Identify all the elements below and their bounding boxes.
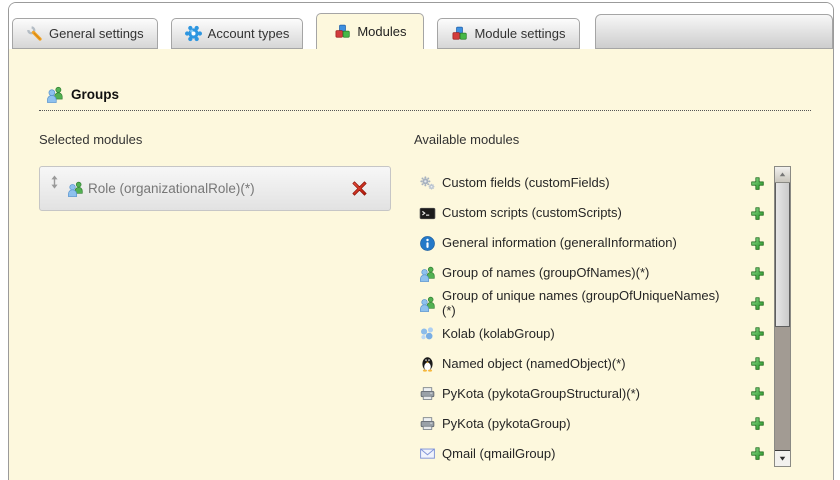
available-module-row: Named object (namedObject)(*) [414,349,774,379]
scrollbar-thumb[interactable] [775,183,790,327]
add-module-button[interactable] [750,386,765,401]
tab-module-settings[interactable]: Module settings [437,18,580,49]
available-module-name: General information (generalInformation) [442,235,677,251]
add-module-button[interactable] [750,356,765,371]
group-icon [46,85,64,103]
add-module-button[interactable] [750,326,765,341]
tab-strip: General settings Account types Modules Modu… [9,3,833,49]
available-module-row: Group of names (groupOfNames)(*) [414,258,774,288]
remove-module-button[interactable] [351,180,368,197]
scrollbar [774,166,791,467]
add-module-button[interactable] [750,176,765,191]
tab-account-types[interactable]: Account types [170,18,304,49]
scroll-down-button[interactable] [775,450,790,466]
modules-panel: Groups Selected modules Role (organizati… [9,49,833,480]
selected-modules-column: Selected modules Role (organizationalRol… [39,111,391,469]
selected-module-row: Role (organizationalRole)(*) [39,166,391,211]
section-header: Groups [39,85,811,111]
available-module-name: Named object (namedObject)(*) [442,355,626,371]
tab-general-settings[interactable]: General settings [12,18,158,49]
available-modules-column: Available modules Custom fields (customF… [414,111,823,469]
configuration-window: General settings Account types Modules Modu… [8,2,834,480]
available-module-row: Custom scripts (customScripts) [414,198,774,228]
kolab-icon [419,325,436,342]
add-module-button[interactable] [750,296,765,311]
available-modules-list: Custom fields (customFields) Custom scrip… [414,166,774,469]
add-module-button[interactable] [750,416,765,431]
tab-label: General settings [49,26,144,41]
group-icon [67,180,84,197]
add-module-button[interactable] [750,266,765,281]
wrench-icon [26,25,43,42]
group-icon [419,295,436,312]
group-icon [419,265,436,282]
gears-icon [419,175,436,192]
scroll-up-icon [777,169,788,180]
selected-modules-list: Role (organizationalRole)(*) [39,166,391,211]
available-module-name: Group of unique names (groupOfUniqueName… [442,288,720,319]
available-module-name: Custom fields (customFields) [442,175,610,191]
tab-filler [594,14,833,49]
available-modules-area: Custom fields (customFields) Custom scrip… [414,166,823,469]
module-columns: Selected modules Role (organizationalRol… [39,111,823,469]
add-module-button[interactable] [750,236,765,251]
blocks-icon [334,23,351,40]
available-module-row: General information (generalInformation) [414,228,774,258]
available-module-name: Group of names (groupOfNames)(*) [442,265,650,281]
printer-icon [419,385,436,402]
available-module-row: Qmail (qmailGroup) [414,439,774,469]
printer-icon [419,415,436,432]
available-module-row: Group of unique names (groupOfUniqueName… [414,288,774,319]
available-module-name: PyKota (pykotaGroup) [442,415,571,431]
tab-modules[interactable]: Modules [316,13,425,49]
available-module-row: Custom fields (customFields) [414,168,774,198]
section-title: Groups [71,86,120,102]
tab-label: Account types [207,26,290,41]
available-module-name: Custom scripts (customScripts) [442,205,622,221]
penguin-icon [419,355,436,372]
available-module-row: PyKota (pykotaGroupStructural)(*) [414,379,774,409]
blocks-icon [451,25,468,42]
scroll-up-button[interactable] [775,167,790,183]
envelope-icon [419,445,436,462]
available-module-row: Kolab (kolabGroup) [414,319,774,349]
drag-handle-icon[interactable] [49,175,60,189]
available-module-name: Kolab (kolabGroup) [442,325,555,341]
add-module-button[interactable] [750,206,765,221]
available-module-name: PyKota (pykotaGroupStructural)(*) [442,385,640,401]
tab-label: Module settings [474,26,566,41]
gear-icon [185,25,202,42]
scrollbar-track[interactable] [775,327,790,450]
tab-bar: General settings Account types Modules Modu… [12,3,833,49]
available-module-name: Qmail (qmailGroup) [442,445,556,461]
selected-module-name: Role (organizationalRole)(*) [88,181,255,196]
tab-label: Modules [357,24,407,39]
available-module-row: PyKota (pykotaGroup) [414,409,774,439]
scroll-down-icon [777,453,788,464]
add-module-button[interactable] [750,446,765,461]
info-icon [419,235,436,252]
terminal-icon [419,205,436,222]
selected-modules-label: Selected modules [39,132,143,147]
available-modules-label: Available modules [414,132,520,147]
